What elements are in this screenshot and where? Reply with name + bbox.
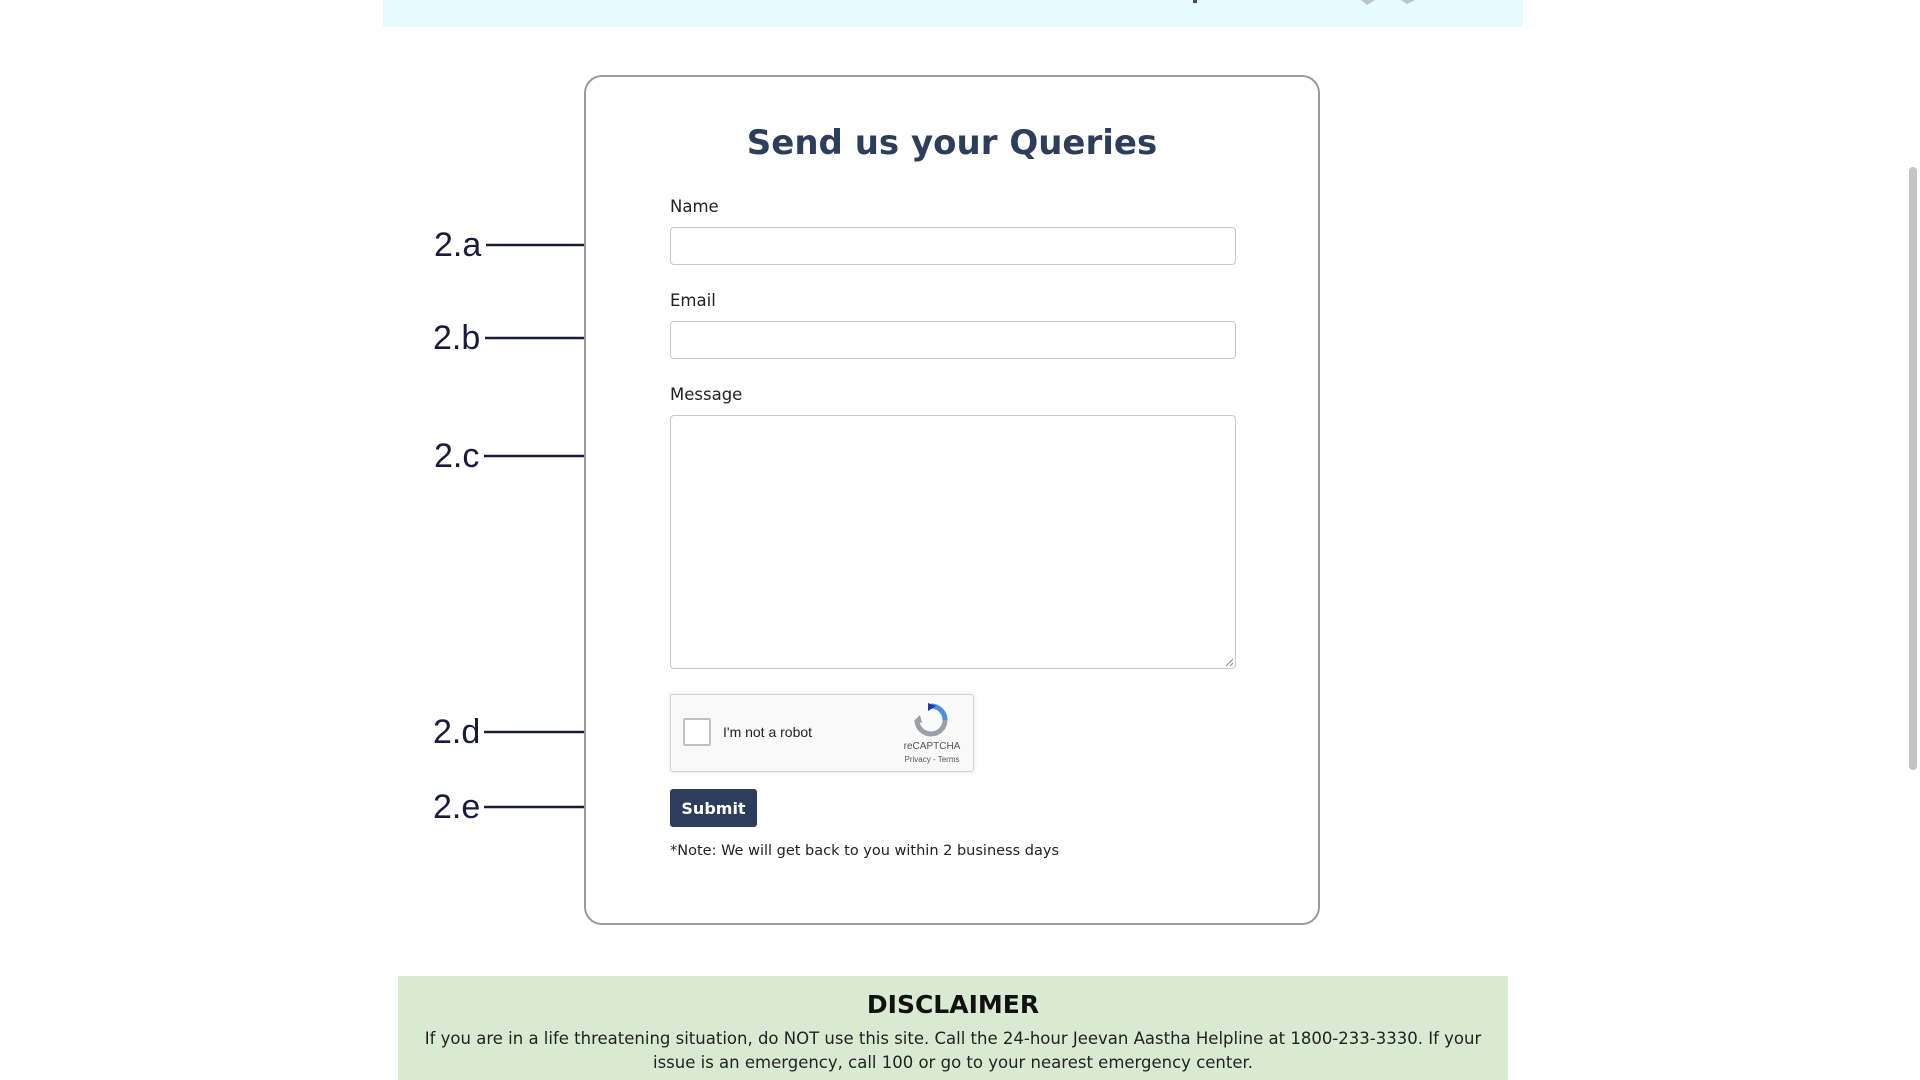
page: 2.a 2.b 2.c 2.d 2.e Send us your Queries… <box>0 0 1920 1080</box>
disclaimer-text: If you are in a life threatening situati… <box>424 1029 1482 1072</box>
recaptcha-checkbox[interactable] <box>683 718 711 746</box>
banner-illustration-icon <box>1331 0 1415 5</box>
resize-grip-icon[interactable] <box>1225 658 1234 667</box>
banner-mark <box>1193 0 1197 3</box>
annotation-label: 2.a <box>434 226 482 264</box>
recaptcha-brand: reCAPTCHA <box>903 741 961 752</box>
email-input[interactable] <box>670 321 1236 359</box>
message-textarea[interactable] <box>670 415 1236 669</box>
recaptcha-links: Privacy - Terms <box>893 755 971 764</box>
name-label: Name <box>670 197 719 216</box>
disclaimer-title: DISCLAIMER <box>866 990 1040 1019</box>
message-label: Message <box>670 385 743 404</box>
annotation-label: 2.c <box>434 437 480 475</box>
annotation-label: 2.e <box>433 788 481 826</box>
recaptcha-label: I'm not a robot <box>723 724 813 740</box>
disclaimer-panel: DISCLAIMER If you are in a life threaten… <box>398 976 1508 1080</box>
annotation-label: 2.b <box>433 319 481 357</box>
top-banner <box>383 0 1523 27</box>
response-note: *Note: We will get back to you within 2 … <box>670 843 1060 859</box>
annotation-label: 2.d <box>433 713 481 751</box>
recaptcha-terms-link[interactable]: Terms <box>938 755 960 764</box>
recaptcha-separator: - <box>932 755 936 764</box>
recaptcha-logo-icon <box>914 703 948 737</box>
form-title: Send us your Queries <box>746 123 1158 163</box>
scrollbar-thumb[interactable] <box>1909 167 1917 770</box>
query-form: Send us your Queries Name Email Message … <box>584 75 1320 925</box>
recaptcha-privacy-link[interactable]: Privacy <box>905 755 931 764</box>
submit-button[interactable]: Submit <box>670 789 757 827</box>
message-field <box>670 415 1236 669</box>
email-label: Email <box>670 291 716 310</box>
name-input[interactable] <box>670 227 1236 265</box>
page-scrollbar[interactable] <box>1906 0 1920 1080</box>
recaptcha-widget: I'm not a robot reCAPTCHA Privacy - Term… <box>670 694 974 772</box>
